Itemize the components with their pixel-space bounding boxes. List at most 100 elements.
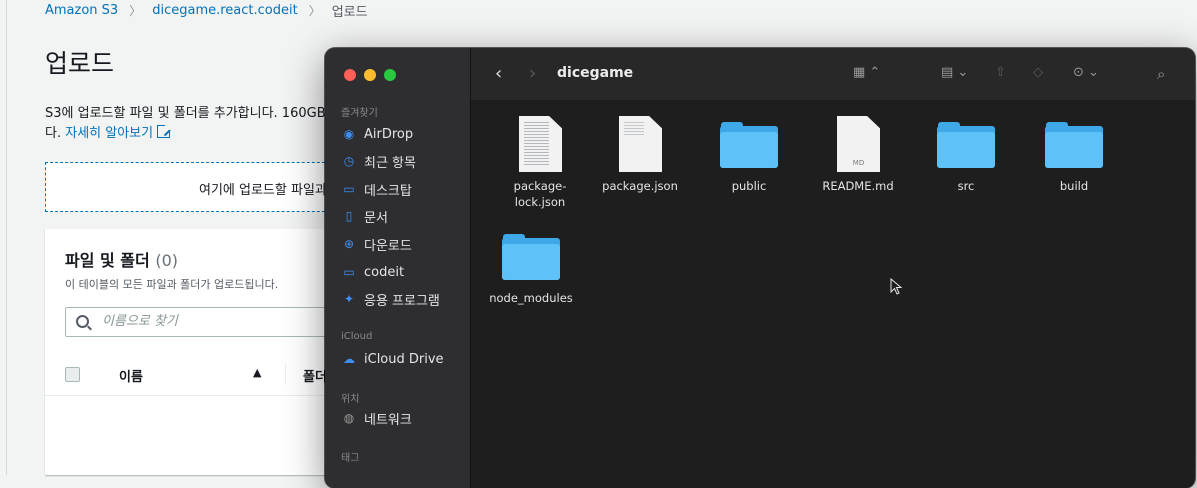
sidebar-item-network[interactable]: ◍ 네트워크: [342, 408, 412, 428]
search-icon: [76, 315, 89, 328]
folder-node-modules[interactable]: node_modules: [489, 226, 573, 306]
files-count: (0): [155, 251, 178, 270]
group-by-icon[interactable]: ▤ ⌄: [941, 65, 968, 80]
sidebar-item-icloud-drive[interactable]: ☁ iCloud Drive: [342, 349, 444, 369]
zoom-window-button[interactable]: [384, 69, 396, 81]
folder-icon: [1045, 114, 1103, 174]
file-label: build: [1059, 179, 1089, 193]
description-line-2: 다. 자세히 알아보기: [45, 124, 345, 144]
breadcrumb-amazon-s3[interactable]: Amazon S3: [45, 3, 118, 18]
document-icon: ▯: [345, 209, 353, 223]
json-file-icon: [511, 114, 569, 174]
sidebar-item-applications[interactable]: ✦ 응용 프로그램: [342, 289, 440, 309]
breadcrumb-bucket[interactable]: dicegame.react.codeit: [152, 3, 297, 18]
column-header-name[interactable]: 이름: [119, 366, 143, 385]
sidebar-item-label: 데스크탑: [364, 183, 412, 199]
folder-front: [937, 132, 995, 168]
airdrop-icon: ◉: [343, 127, 355, 141]
sidebar-item-label: iCloud Drive: [364, 351, 444, 367]
markdown-file-icon: MD: [829, 114, 887, 174]
share-icon[interactable]: ⇧: [995, 65, 1006, 80]
finder-window: 즐겨찾기 ◉ AirDrop ◷ 최근 항목 ▭ 데스크탑 ▯ 문서 ⊕ 다운로…: [325, 48, 1195, 488]
desktop-icon: ▭: [343, 182, 355, 196]
sidebar-item-airdrop[interactable]: ◉ AirDrop: [342, 124, 413, 144]
search-field[interactable]: [65, 307, 355, 337]
cloud-icon: ☁: [343, 352, 355, 366]
forward-button[interactable]: ›: [529, 63, 536, 84]
page-description: S3에 업로드할 파일 및 폴더를 추가합니다. 160GB보 다. 자세히 알…: [45, 104, 345, 144]
folder-shape: [1045, 122, 1103, 168]
file-package-json[interactable]: package.json: [598, 114, 682, 194]
minimize-window-button[interactable]: [364, 69, 376, 81]
tag-icon[interactable]: ◇: [1033, 65, 1043, 80]
folder-shape: [720, 122, 778, 168]
close-window-button[interactable]: [344, 69, 356, 81]
file-label: public: [731, 179, 767, 193]
sidebar-item-documents[interactable]: ▯ 문서: [342, 206, 388, 226]
search-icon[interactable]: ⌕: [1157, 65, 1165, 83]
file-label: src: [957, 179, 975, 193]
mouse-cursor-icon: [890, 278, 903, 295]
select-all-checkbox[interactable]: [65, 367, 80, 382]
file-label: README.md: [822, 179, 894, 193]
sidebar-item-label: codeit: [364, 264, 405, 280]
files-and-folders-panel: 파일 및 폴더 (0) 이 테이블의 모든 파일과 폴더가 업로드됩니다. 이름…: [45, 229, 355, 475]
files-panel-title-text: 파일 및 폴더: [65, 251, 150, 270]
folder-icon: [502, 226, 560, 286]
finder-toolbar: ‹ › dicegame ▦ ⌃ ▤ ⌄ ⇧ ◇ ⊙ ⌄ ⌕: [471, 48, 1195, 100]
file-label: package- lock.json: [498, 178, 582, 210]
network-icon: ◍: [343, 411, 355, 425]
page-title: 업로드: [45, 49, 115, 78]
md-badge: MD: [852, 159, 865, 167]
folder-src[interactable]: src: [924, 114, 1008, 194]
sidebar-item-codeit[interactable]: ▭ codeit: [342, 262, 404, 282]
applications-icon: ✦: [343, 292, 355, 306]
folder-shape: [937, 122, 995, 168]
column-header-folder[interactable]: 폴더: [303, 366, 327, 385]
sidebar-item-label: 네트워크: [364, 412, 412, 428]
breadcrumb-current: 업로드: [331, 5, 368, 20]
file-readme-md[interactable]: MD README.md: [816, 114, 900, 194]
folder-front: [720, 132, 778, 168]
file-package-lock-json[interactable]: package- lock.json: [498, 114, 582, 210]
document-page: [519, 116, 562, 172]
dropzone-text: 여기에 업로드할 파일과: [199, 183, 327, 198]
folder-public[interactable]: public: [707, 114, 791, 194]
external-link-icon: [157, 124, 172, 138]
more-actions-icon[interactable]: ⊙ ⌄: [1073, 65, 1099, 80]
folder-build[interactable]: build: [1032, 114, 1116, 194]
sidebar-item-label: 응용 프로그램: [364, 293, 440, 309]
learn-more-link[interactable]: 자세히 알아보기: [65, 126, 153, 141]
sidebar-section-icloud: iCloud: [341, 331, 373, 342]
sidebar-item-label: AirDrop: [364, 126, 414, 142]
sidebar-item-downloads[interactable]: ⊕ 다운로드: [342, 234, 412, 254]
finder-sidebar: 즐겨찾기 ◉ AirDrop ◷ 최근 항목 ▭ 데스크탑 ▯ 문서 ⊕ 다운로…: [325, 48, 471, 488]
file-label-line-2: lock.json: [514, 195, 566, 209]
folder-front: [502, 244, 560, 280]
breadcrumb: Amazon S3 〉 dicegame.react.codeit 〉 업로드: [45, 1, 368, 20]
sidebar-item-label: 문서: [364, 210, 388, 226]
upload-dropzone[interactable]: 여기에 업로드할 파일과: [45, 162, 345, 212]
page-border: [6, 0, 7, 475]
folder-title: dicegame: [557, 65, 634, 81]
folder-icon: [720, 114, 778, 174]
description-prefix: 다.: [45, 126, 66, 141]
text-lines: [524, 122, 549, 166]
document-page: MD: [837, 116, 880, 172]
json-file-icon: [611, 114, 669, 174]
file-label: node_modules: [489, 291, 573, 305]
sidebar-item-label: 최근 항목: [364, 155, 416, 171]
finder-file-grid: package- lock.json package.json public M…: [471, 100, 1195, 488]
files-panel-title: 파일 및 폴더 (0): [65, 247, 178, 271]
icon-view-toggle-icon[interactable]: ▦ ⌃: [853, 65, 880, 80]
sort-ascending-icon[interactable]: ▲: [253, 366, 261, 379]
file-label-line-1: package-: [513, 179, 567, 193]
folder-icon: ▭: [343, 265, 355, 279]
search-input[interactable]: [100, 313, 334, 330]
sidebar-item-desktop[interactable]: ▭ 데스크탑: [342, 179, 412, 199]
document-page: [619, 116, 662, 172]
sidebar-section-locations: 위치: [341, 394, 360, 405]
sidebar-item-recents[interactable]: ◷ 최근 항목: [342, 151, 416, 171]
clock-icon: ◷: [343, 154, 355, 168]
back-button[interactable]: ‹: [495, 63, 502, 84]
